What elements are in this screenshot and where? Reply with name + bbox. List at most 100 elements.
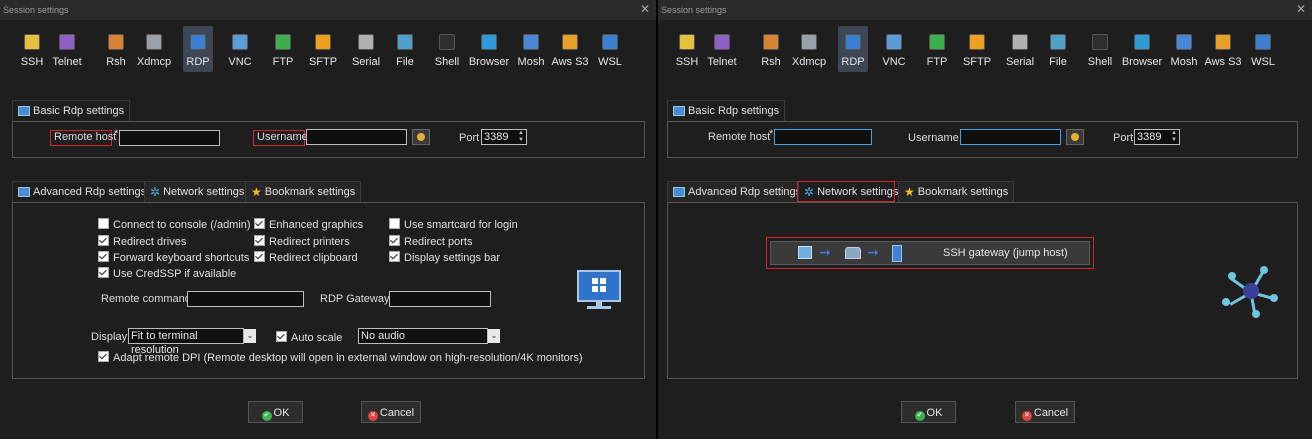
remote-host-label: Remote host — [708, 131, 771, 143]
remote-host-input[interactable] — [774, 129, 872, 145]
tool-ftp-button[interactable]: FTP — [268, 26, 298, 72]
use-credssp-checkbox[interactable]: Use CredSSP if available — [98, 267, 236, 280]
chevron-down-icon[interactable]: ⌄ — [244, 329, 256, 343]
checkbox-box[interactable] — [254, 218, 265, 229]
tool-ftp-button[interactable]: FTP — [922, 26, 952, 72]
tool-serial-button[interactable]: Serial — [351, 26, 381, 72]
tool-telnet-button[interactable]: Telnet — [707, 26, 737, 72]
connect-to-console-checkbox[interactable]: Connect to console (/admin) — [98, 218, 251, 231]
tool-telnet-button[interactable]: Telnet — [52, 26, 82, 72]
tab-bookmark-settings[interactable]: ★ Bookmark settings — [245, 181, 362, 202]
check-icon: ✔ — [914, 411, 925, 421]
tab-basic-rdp-settings[interactable]: Basic Rdp settings — [667, 100, 786, 121]
tool-shell-button[interactable]: Shell — [432, 26, 462, 72]
tool-wsl-button[interactable]: WSL — [1248, 26, 1278, 72]
port-input[interactable] — [481, 129, 517, 145]
checkbox-box[interactable] — [98, 351, 109, 362]
auto-scale-checkbox[interactable]: Auto scale — [276, 331, 342, 344]
close-icon[interactable]: ✕ — [1294, 0, 1308, 18]
display-select[interactable]: Fit to terminal resolution — [128, 328, 244, 356]
tool-browser-button[interactable]: Browser — [1122, 26, 1162, 72]
checkbox-box[interactable] — [276, 331, 287, 342]
tool-file-button[interactable]: File — [1043, 26, 1073, 72]
checkbox-box[interactable] — [98, 267, 109, 278]
tool-sftp-button[interactable]: SFTP — [962, 26, 992, 72]
network-tab-highlight — [797, 181, 895, 202]
tool-sftp-button[interactable]: SFTP — [308, 26, 338, 72]
rdp-gateway-input[interactable] — [389, 291, 491, 307]
cancel-button[interactable]: ✕ Cancel — [1015, 401, 1075, 423]
shell-icon — [1092, 34, 1108, 50]
tool-xdmcp-button[interactable]: Xdmcp — [137, 26, 171, 72]
tool-vnc-button[interactable]: VNC — [225, 26, 255, 72]
ftp-icon — [275, 34, 291, 50]
port-input[interactable] — [1134, 129, 1170, 145]
tab-network-settings[interactable]: ✲ Network settings — [144, 181, 251, 202]
mosh-icon — [523, 34, 539, 50]
file-icon — [397, 34, 413, 50]
redirect-drives-checkbox[interactable]: Redirect drives — [98, 235, 186, 248]
redirect-printers-checkbox[interactable]: Redirect printers — [254, 235, 350, 248]
monitor-icon — [18, 187, 30, 198]
cancel-button[interactable]: ✕ Cancel — [361, 401, 421, 423]
display-label: Display — [91, 331, 128, 343]
username-input[interactable] — [960, 129, 1061, 145]
ssh-icon — [679, 34, 695, 50]
tool-xdmcp-button[interactable]: Xdmcp — [792, 26, 826, 72]
tool-aws-s3-button[interactable]: Aws S3 — [551, 26, 589, 72]
ssh-gateway-button[interactable]: ➞ ➞ SSH gateway (jump host) — [770, 241, 1090, 265]
adapt-remote-dpi-checkbox[interactable]: Adapt remote DPI (Remote desktop will op… — [98, 351, 583, 364]
tab-bookmark-settings[interactable]: ★ Bookmark settings — [898, 181, 1015, 202]
ok-button[interactable]: ✔ OK — [248, 401, 303, 423]
check-icon: ✔ — [261, 411, 272, 421]
chevron-down-icon[interactable]: ⌄ — [488, 329, 500, 343]
remote-host-input[interactable] — [119, 130, 220, 146]
user-picker-button[interactable] — [1066, 129, 1084, 145]
tool-mosh-button[interactable]: Mosh — [516, 26, 546, 72]
sftp-icon — [969, 34, 985, 50]
cancel-icon: ✕ — [1021, 411, 1032, 421]
user-picker-button[interactable] — [412, 129, 430, 145]
tool-file-button[interactable]: File — [390, 26, 420, 72]
checkbox-box[interactable] — [98, 251, 109, 262]
tool-aws-s3-button[interactable]: Aws S3 — [1204, 26, 1242, 72]
checkbox-box[interactable] — [389, 218, 400, 229]
enhanced-graphics-checkbox[interactable]: Enhanced graphics — [254, 218, 363, 231]
tab-advanced-rdp-settings[interactable]: Advanced Rdp settings — [12, 181, 153, 202]
checkbox-box[interactable] — [254, 235, 265, 246]
network-settings-panel — [667, 202, 1298, 379]
rsh-icon — [108, 34, 124, 50]
serial-icon — [1012, 34, 1028, 50]
tab-advanced-rdp-settings[interactable]: Advanced Rdp settings — [667, 181, 808, 202]
port-spinner[interactable]: ▲ ▼ — [1169, 129, 1180, 145]
tool-rdp-button[interactable]: RDP — [183, 26, 213, 72]
redirect-clipboard-checkbox[interactable]: Redirect clipboard — [254, 251, 358, 264]
tool-browser-button[interactable]: Browser — [469, 26, 509, 72]
tool-vnc-button[interactable]: VNC — [879, 26, 909, 72]
tool-rdp-button[interactable]: RDP — [838, 26, 868, 72]
checkbox-box[interactable] — [389, 235, 400, 246]
checkbox-box[interactable] — [389, 251, 400, 262]
tool-shell-button[interactable]: Shell — [1085, 26, 1115, 72]
checkbox-box[interactable] — [254, 251, 265, 262]
audio-select[interactable]: No audio — [358, 328, 488, 344]
tool-label: Telnet — [707, 56, 737, 68]
checkbox-box[interactable] — [98, 235, 109, 246]
port-spinner[interactable]: ▲ ▼ — [516, 129, 527, 145]
tool-wsl-button[interactable]: WSL — [595, 26, 625, 72]
use-smartcard-checkbox[interactable]: Use smartcard for login — [389, 218, 518, 231]
display-settings-bar-checkbox[interactable]: Display settings bar — [389, 251, 500, 264]
close-icon[interactable]: ✕ — [638, 0, 652, 18]
forward-keyboard-shortcuts-checkbox[interactable]: Forward keyboard shortcuts — [98, 251, 249, 264]
tab-basic-rdp-settings[interactable]: Basic Rdp settings — [12, 100, 131, 121]
username-input[interactable] — [306, 129, 407, 145]
tool-label: WSL — [598, 56, 622, 68]
checkbox-box[interactable] — [98, 218, 109, 229]
session-settings-dialog-left: Session settings ✕ SSH Telnet Rsh Xdmcp RDP V… — [0, 0, 656, 439]
tool-mosh-button[interactable]: Mosh — [1169, 26, 1199, 72]
ok-button[interactable]: ✔ OK — [901, 401, 956, 423]
remote-command-input[interactable] — [187, 291, 304, 307]
xdmcp-icon — [146, 34, 162, 50]
vnc-icon — [232, 34, 248, 50]
redirect-ports-checkbox[interactable]: Redirect ports — [389, 235, 472, 248]
